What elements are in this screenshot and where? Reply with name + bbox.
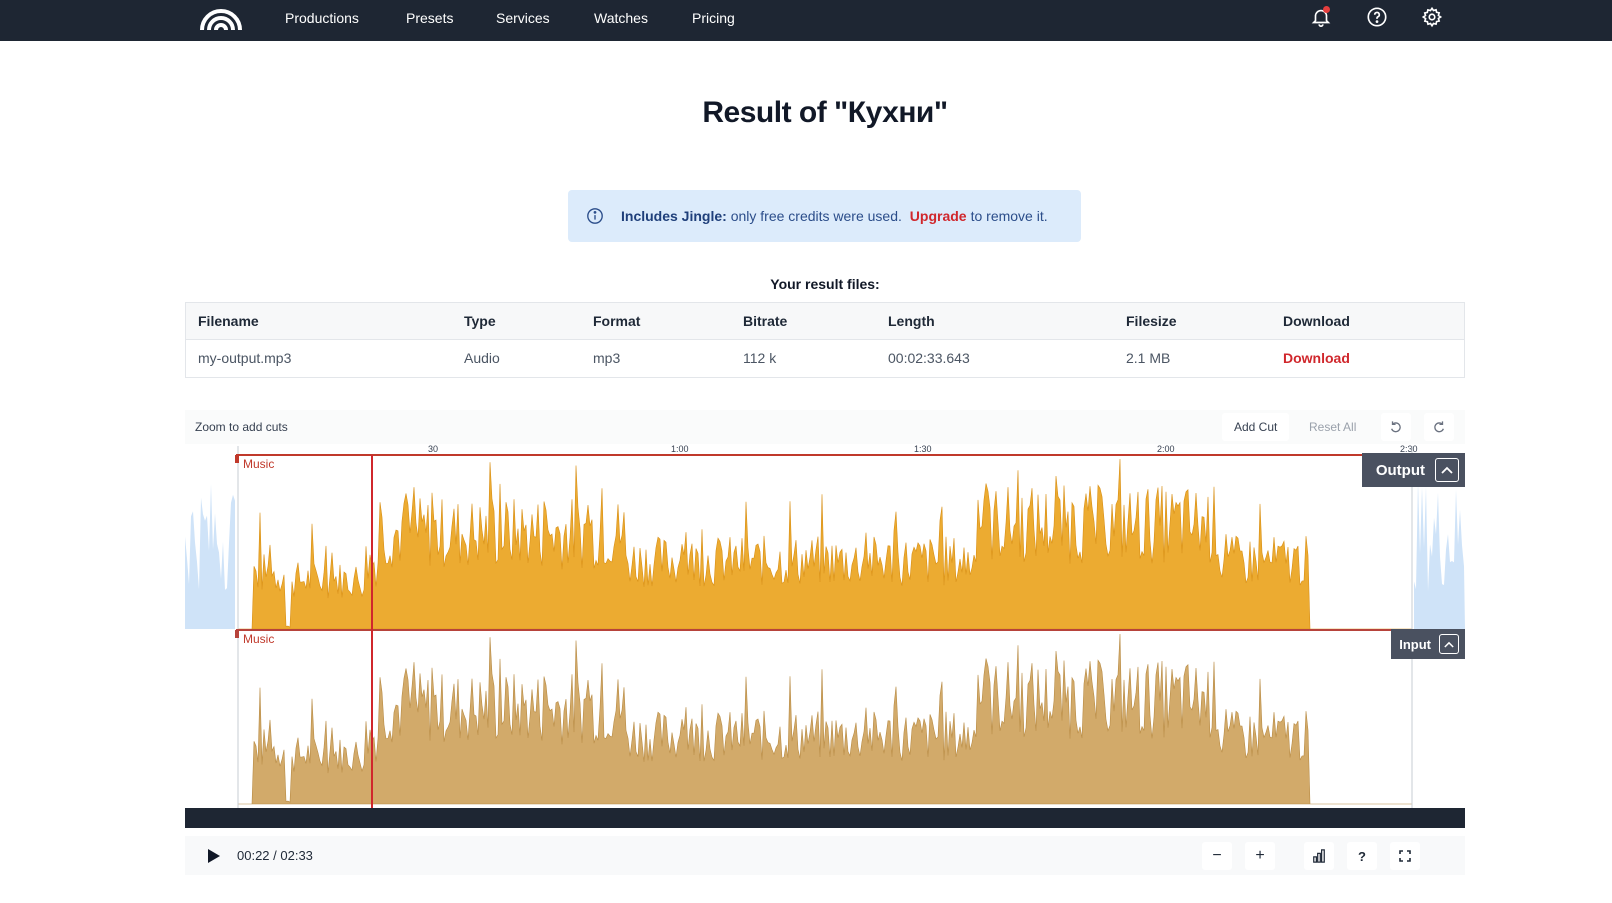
col-type: Type — [464, 313, 496, 329]
nav-services[interactable]: Services — [496, 0, 550, 41]
table-row: my-output.mp3 Audio mp3 112 k 00:02:33.6… — [186, 340, 1464, 377]
output-segment-handle[interactable] — [235, 455, 239, 463]
playback-time: 00:22 / 02:33 — [237, 848, 313, 863]
fullscreen-icon[interactable] — [1390, 842, 1420, 870]
nav-productions[interactable]: Productions — [285, 0, 359, 41]
play-icon[interactable] — [203, 846, 223, 866]
cell-type: Audio — [464, 350, 500, 366]
download-link[interactable]: Download — [1283, 340, 1350, 377]
timeline-ruler: 30 1:00 1:30 2:00 2:30 — [428, 444, 1418, 454]
input-track-badge[interactable]: Input — [1391, 629, 1465, 659]
zoom-in-icon[interactable]: + — [1245, 842, 1275, 870]
jingle-waveform-left-output — [185, 483, 235, 629]
nav-watches[interactable]: Watches — [594, 0, 648, 41]
input-music-label: Music — [243, 632, 275, 646]
col-bitrate: Bitrate — [743, 313, 788, 329]
table-header-row: Filename Type Format Bitrate Length File… — [186, 303, 1464, 340]
output-music-label: Music — [243, 457, 275, 471]
result-files-heading: Your result files: — [770, 276, 880, 292]
timeline-tick-label: 1:30 — [914, 444, 932, 454]
col-filesize: Filesize — [1126, 313, 1177, 329]
col-length: Length — [888, 313, 935, 329]
page-title: Result of "Кухни" — [702, 96, 948, 129]
waveform-area[interactable]: 30 1:00 1:30 2:00 2:30 Music Music Output In… — [185, 444, 1465, 836]
zoom-hint: Zoom to add cuts — [195, 420, 288, 434]
chevron-up-icon[interactable] — [1439, 634, 1459, 654]
col-download: Download — [1283, 313, 1350, 329]
nav-presets[interactable]: Presets — [406, 0, 453, 41]
notification-dot — [1323, 6, 1330, 13]
result-files-table: Filename Type Format Bitrate Length File… — [185, 302, 1465, 378]
jingle-alert: Includes Jingle: only free credits were … — [568, 190, 1081, 242]
timeline-tick-label: 1:00 — [671, 444, 689, 454]
waveform-canvas[interactable]: 30 1:00 1:30 2:00 2:30 — [185, 444, 1465, 836]
upgrade-link[interactable]: Upgrade — [910, 208, 967, 224]
zoom-out-icon[interactable]: − — [1202, 842, 1232, 870]
chevron-up-icon[interactable] — [1435, 458, 1459, 482]
alert-tail-text: to remove it. — [970, 208, 1048, 224]
info-icon — [587, 208, 603, 224]
input-waveform — [238, 633, 1412, 805]
alert-bold-text: Includes Jingle: — [621, 208, 727, 224]
undo-icon[interactable] — [1381, 413, 1411, 441]
waveform-editor: Zoom to add cuts Add Cut Reset All 30 1:0… — [185, 410, 1465, 875]
input-track-label: Input — [1399, 636, 1431, 652]
output-waveform — [238, 458, 1412, 630]
output-track-badge[interactable]: Output — [1361, 453, 1465, 487]
nav-pricing[interactable]: Pricing — [692, 0, 735, 41]
redo-icon[interactable] — [1424, 413, 1454, 441]
add-cut-button[interactable]: Add Cut — [1222, 413, 1290, 441]
bar-chart-icon[interactable] — [1304, 842, 1334, 870]
jingle-waveform-right-output — [1414, 480, 1465, 629]
cell-length: 00:02:33.643 — [888, 350, 970, 366]
alert-text: only free credits were used. — [730, 208, 902, 224]
input-segment-handle[interactable] — [235, 630, 239, 638]
col-format: Format — [593, 313, 641, 329]
arc-logo-icon[interactable] — [199, 7, 243, 31]
cell-filename: my-output.mp3 — [198, 350, 292, 366]
reset-all-button[interactable]: Reset All — [1297, 413, 1368, 441]
help-icon[interactable]: ? — [1347, 842, 1377, 870]
editor-toolbar: Zoom to add cuts Add Cut Reset All — [185, 410, 1465, 444]
cell-filesize: 2.1 MB — [1126, 350, 1171, 366]
timeline-tick-label: 30 — [428, 444, 438, 454]
scroll-bar[interactable] — [185, 808, 1465, 828]
col-filename: Filename — [198, 313, 259, 329]
output-track-label: Output — [1375, 461, 1425, 479]
cell-bitrate: 112 k — [743, 350, 777, 366]
timeline-tick-label: 2:00 — [1157, 444, 1175, 454]
cell-format: mp3 — [593, 350, 621, 366]
top-navbar: Productions Presets Services Watches Pri… — [0, 0, 1612, 41]
player-controls: 00:22 / 02:33 − + ? — [185, 836, 1465, 875]
bell-icon[interactable] — [1307, 3, 1335, 31]
gear-icon[interactable] — [1418, 3, 1446, 31]
help-circle-icon[interactable] — [1363, 3, 1391, 31]
